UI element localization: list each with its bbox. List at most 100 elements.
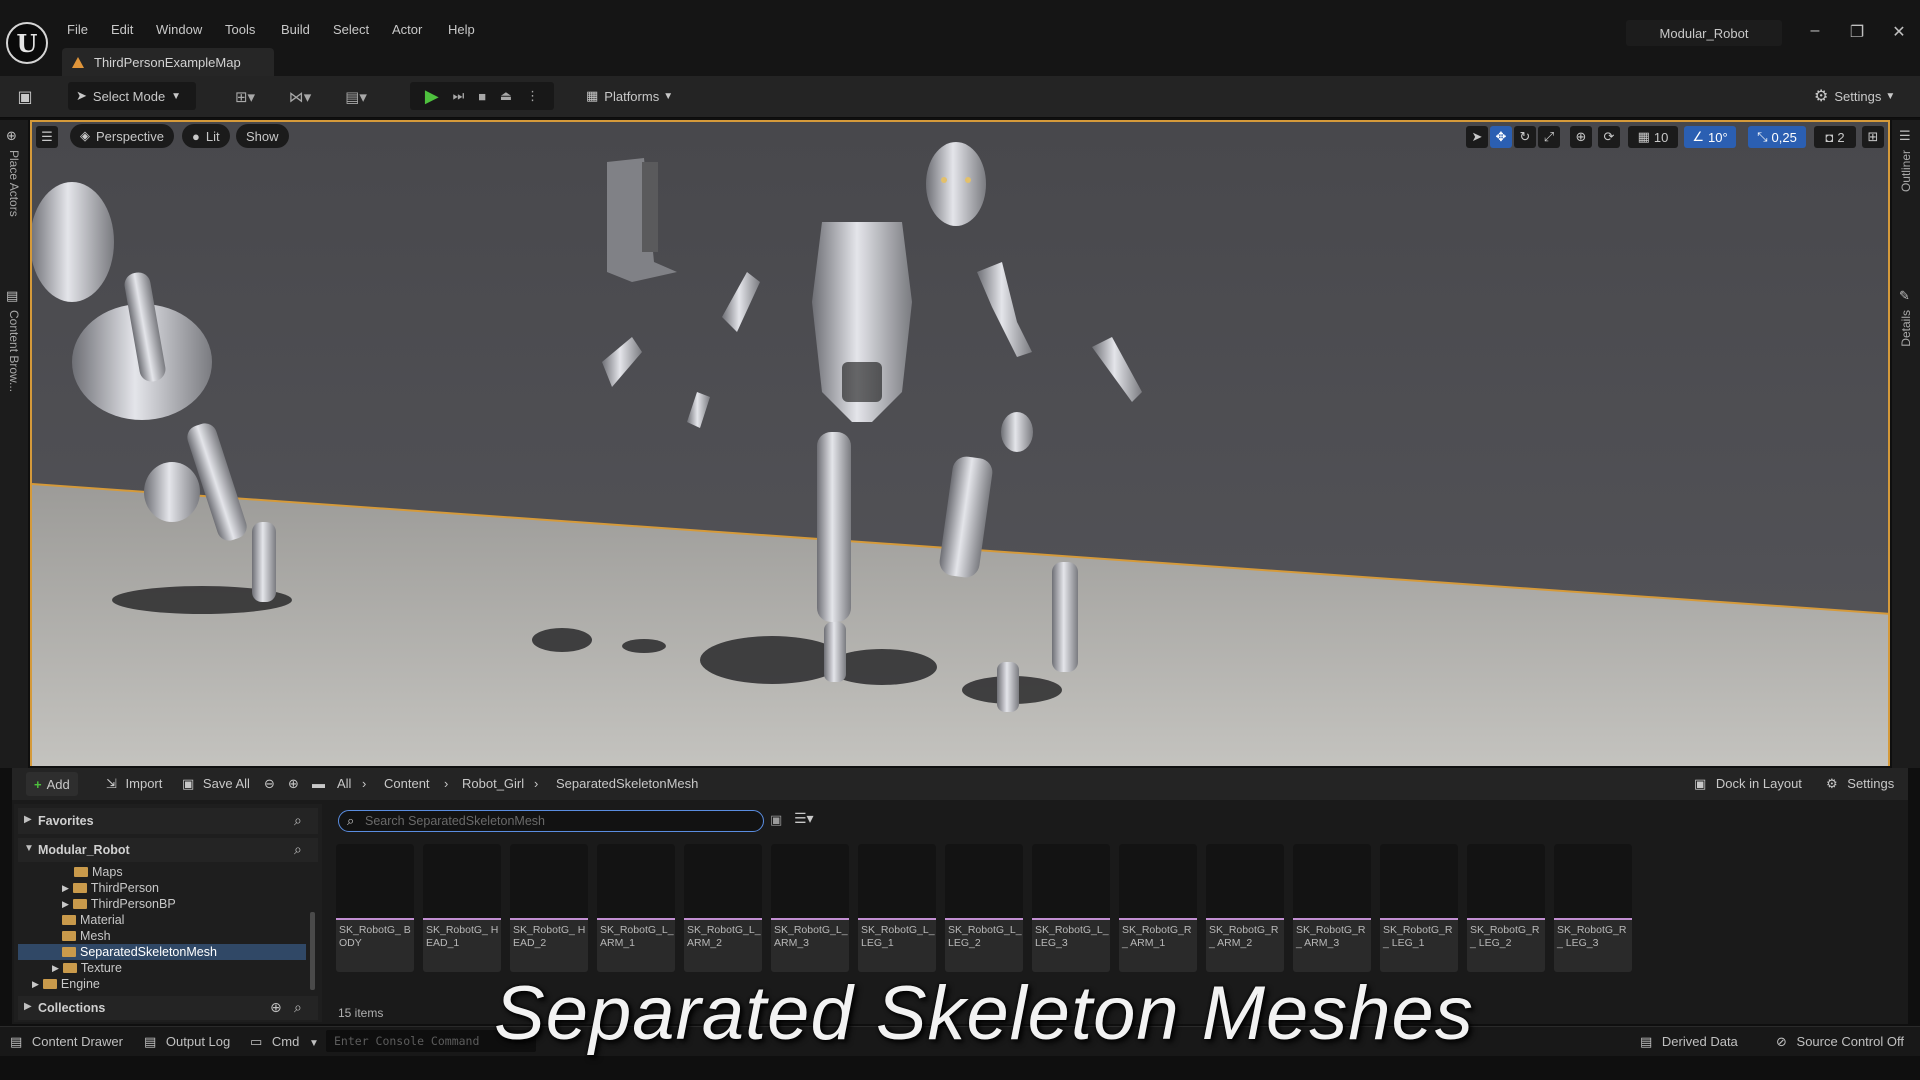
surface-snap-icon[interactable]: ⟳ xyxy=(1598,126,1620,148)
asset-tile[interactable]: SK_RobotG_L_ ARM_2 xyxy=(684,844,762,972)
tree-item-separatedskeletonmesh[interactable]: SeparatedSkeletonMesh xyxy=(62,944,217,960)
tree-item-mesh[interactable]: Mesh xyxy=(62,928,111,944)
asset-search-input[interactable]: ⌕ Search SeparatedSkeletonMesh xyxy=(338,810,764,832)
search-icon[interactable]: ⌕ xyxy=(294,841,302,858)
menu-window[interactable]: Window xyxy=(156,22,202,37)
blueprint-icon[interactable]: ⋈▾ xyxy=(280,86,320,108)
content-browser-icon[interactable]: ▤ xyxy=(6,288,18,304)
play-icon[interactable]: ▶ xyxy=(425,86,439,107)
tree-item-thirdperson[interactable]: ▶ ThirdPerson xyxy=(62,880,159,896)
asset-tile[interactable]: SK_RobotG_L_ ARM_3 xyxy=(771,844,849,972)
dock-in-layout-button[interactable]: ▣ Dock in Layout xyxy=(1694,776,1802,792)
world-space-icon[interactable]: ⊕ xyxy=(1570,126,1592,148)
camera-speed-button[interactable]: ◘ 2 xyxy=(1814,126,1856,148)
select-mode-dropdown[interactable]: ➤ Select Mode ▼ xyxy=(68,82,196,110)
collections-header[interactable]: ▶ Collections ⊕ ⌕ xyxy=(18,996,318,1020)
unreal-logo-icon[interactable]: U xyxy=(6,22,48,64)
lit-button[interactable]: ● Lit xyxy=(182,124,230,148)
viewport-layout-icon[interactable]: ⊞ xyxy=(1862,126,1884,148)
rotation-snap-button[interactable]: ∠ 10° xyxy=(1684,126,1736,148)
breadcrumb-content[interactable]: Content xyxy=(384,776,430,791)
import-button[interactable]: ⇲ Import xyxy=(106,776,162,792)
menu-file[interactable]: File xyxy=(67,22,88,37)
details-tab[interactable]: Details xyxy=(1899,310,1913,347)
forward-icon[interactable]: ⊕ xyxy=(288,776,299,792)
asset-tile[interactable]: SK_RobotG_R_ ARM_1 xyxy=(1119,844,1197,972)
tree-item-texture[interactable]: ▶ Texture xyxy=(52,960,122,976)
output-log-button[interactable]: ▤ Output Log xyxy=(144,1034,230,1050)
level-viewport[interactable] xyxy=(30,120,1890,766)
viewport-menu-icon[interactable]: ☰ xyxy=(36,126,58,148)
search-icon[interactable]: ⌕ xyxy=(294,812,302,829)
advance-frame-icon[interactable]: ⏭ xyxy=(453,88,465,104)
settings-dropdown[interactable]: ⚙ Settings ▼ xyxy=(1806,82,1903,110)
grid-snap-button[interactable]: ▦ 10 xyxy=(1628,126,1678,148)
asset-tile[interactable]: SK_RobotG_R_ LEG_2 xyxy=(1467,844,1545,972)
move-tool-icon[interactable]: ✥ xyxy=(1490,126,1512,148)
stop-icon[interactable]: ■ xyxy=(478,89,486,104)
asset-tile[interactable]: SK_RobotG_L_ LEG_2 xyxy=(945,844,1023,972)
derived-data-button[interactable]: ▤ Derived Data xyxy=(1640,1034,1738,1050)
outliner-tab[interactable]: Outliner xyxy=(1899,150,1913,192)
scale-tool-icon[interactable]: ⤢ xyxy=(1538,126,1560,148)
platforms-dropdown[interactable]: ▦ Platforms ▼ xyxy=(578,82,681,110)
select-tool-icon[interactable]: ➤ xyxy=(1466,126,1488,148)
back-icon[interactable]: ⊖ xyxy=(264,776,275,792)
content-browser-tab[interactable]: Content Brow... xyxy=(7,310,21,392)
details-icon[interactable]: ✎ xyxy=(1899,288,1910,304)
save-all-button[interactable]: ▣ Save All xyxy=(182,776,250,792)
add-actor-icon[interactable]: ⊞▾ xyxy=(226,86,264,108)
asset-tile[interactable]: SK_RobotG_ HEAD_1 xyxy=(423,844,501,972)
asset-tile[interactable]: SK_RobotG_L_ LEG_1 xyxy=(858,844,936,972)
tree-item-material[interactable]: Material xyxy=(62,912,124,928)
breadcrumb-current[interactable]: SeparatedSkeletonMesh xyxy=(556,776,698,791)
more-options-icon[interactable]: ⋮ xyxy=(526,88,539,104)
cinematics-icon[interactable]: ▤▾ xyxy=(336,86,376,108)
menu-tools[interactable]: Tools xyxy=(225,22,255,37)
filter-icon[interactable]: ☰▾ xyxy=(794,810,814,827)
asset-tile[interactable]: SK_RobotG_R_ ARM_2 xyxy=(1206,844,1284,972)
breadcrumb-all[interactable]: All xyxy=(337,776,351,791)
perspective-button[interactable]: ◈ Perspective xyxy=(70,124,174,148)
tree-item-thirdpersonbp[interactable]: ▶ ThirdPersonBP xyxy=(62,896,176,912)
tree-item-engine[interactable]: ▶ Engine xyxy=(32,976,100,992)
asset-tile[interactable]: SK_RobotG_L_ ARM_1 xyxy=(597,844,675,972)
minimize-icon[interactable]: – xyxy=(1800,22,1830,40)
rotate-tool-icon[interactable]: ↻ xyxy=(1514,126,1536,148)
asset-tile[interactable]: SK_RobotG_R_ ARM_3 xyxy=(1293,844,1371,972)
restore-icon[interactable]: ❐ xyxy=(1842,22,1872,42)
menu-select[interactable]: Select xyxy=(333,22,369,37)
content-drawer-label: Content Drawer xyxy=(31,1034,123,1049)
search-icon[interactable]: ⌕ xyxy=(294,999,302,1016)
add-collection-icon[interactable]: ⊕ xyxy=(270,999,282,1016)
outliner-icon[interactable]: ☰ xyxy=(1899,128,1911,144)
menu-help[interactable]: Help xyxy=(448,22,475,37)
content-drawer-button[interactable]: ▤ Content Drawer xyxy=(10,1034,123,1050)
save-search-icon[interactable]: ▣ xyxy=(770,812,782,828)
tree-item-maps[interactable]: Maps xyxy=(74,864,123,880)
drawer-settings-button[interactable]: ⚙ Settings xyxy=(1826,776,1894,792)
asset-tile[interactable]: SK_RobotG_ BODY xyxy=(336,844,414,972)
menu-edit[interactable]: Edit xyxy=(111,22,133,37)
cmd-dropdown[interactable]: ▭ Cmd ▼ xyxy=(250,1034,319,1050)
place-actors-tab[interactable]: Place Actors xyxy=(7,150,21,217)
breadcrumb-robot-girl[interactable]: Robot_Girl xyxy=(462,776,524,791)
save-icon[interactable]: ▣ xyxy=(14,86,36,108)
asset-tile[interactable]: SK_RobotG_R_ LEG_3 xyxy=(1554,844,1632,972)
menu-build[interactable]: Build xyxy=(281,22,310,37)
eject-icon[interactable]: ⏏ xyxy=(500,88,512,104)
tree-scrollbar[interactable] xyxy=(310,912,315,990)
place-actors-icon[interactable]: ⊕ xyxy=(6,128,17,144)
asset-tile[interactable]: SK_RobotG_L_ LEG_3 xyxy=(1032,844,1110,972)
asset-tile[interactable]: SK_RobotG_ HEAD_2 xyxy=(510,844,588,972)
show-button[interactable]: Show xyxy=(236,124,289,148)
source-control-button[interactable]: ⊘ Source Control Off xyxy=(1776,1034,1904,1050)
root-folder-header[interactable]: ▼ Modular_Robot ⌕ xyxy=(18,838,318,862)
scale-snap-button[interactable]: ⤡ 0,25 xyxy=(1748,126,1806,148)
menu-actor[interactable]: Actor xyxy=(392,22,422,37)
tab-map[interactable]: ThirdPersonExampleMap xyxy=(62,48,274,76)
add-button[interactable]: + Add xyxy=(26,772,78,796)
asset-tile[interactable]: SK_RobotG_R_ LEG_1 xyxy=(1380,844,1458,972)
favorites-header[interactable]: ▶ Favorites ⌕ xyxy=(18,808,318,834)
close-icon[interactable]: ✕ xyxy=(1884,22,1914,42)
